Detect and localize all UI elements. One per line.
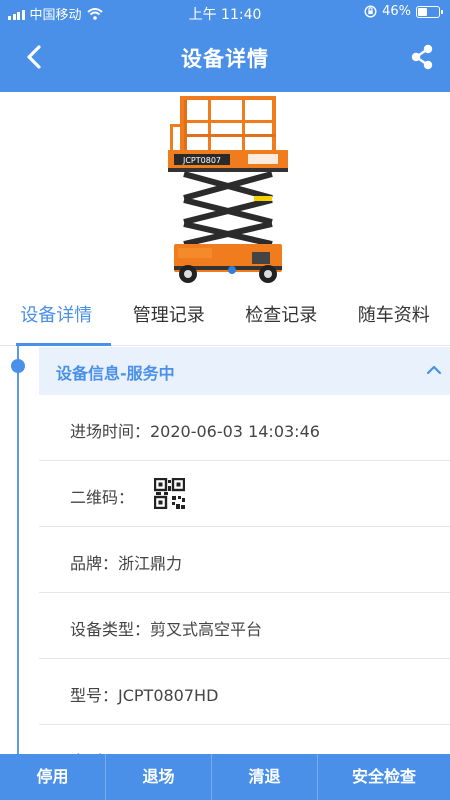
action-bar: 停用 退场 清退 安全检查 — [0, 754, 450, 800]
section-header[interactable]: 设备信息-服务中 — [39, 347, 450, 395]
entry-time-text: 进场时间：2020-06-03 14:03:46 — [70, 422, 320, 441]
plate-label: JCPT0807 — [182, 156, 221, 165]
status-bar: 中国移动 上午 11:40 46% — [0, 0, 450, 24]
device-detail-page: 中国移动 上午 11:40 46% 设备详情 JCPT0807 设备详情 管理记… — [0, 0, 450, 800]
timeline-line — [17, 346, 19, 756]
tab-vehicle-documents[interactable]: 随车资料 — [338, 288, 450, 345]
page-title: 设备详情 — [181, 47, 269, 71]
device-info-list: 进场时间：2020-06-03 14:03:46 二维码： 品牌：浙江鼎力 设备… — [39, 395, 450, 791]
row-qr-code: 二维码： — [39, 461, 450, 527]
battery-percent: 46% — [382, 4, 411, 19]
row-entry-time: 进场时间：2020-06-03 14:03:46 — [39, 395, 450, 461]
model-text: 型号：JCPT0807HD — [70, 686, 219, 705]
share-icon[interactable] — [408, 42, 436, 72]
chevron-up-icon[interactable] — [426, 362, 442, 378]
device-type-text: 设备类型：剪叉式高空平台 — [70, 620, 263, 639]
exit-site-button[interactable]: 退场 — [106, 754, 212, 800]
tab-inspection-records[interactable]: 检查记录 — [225, 288, 338, 345]
nav-bar: 设备详情 — [0, 24, 450, 92]
brand-text: 品牌：浙江鼎力 — [70, 554, 183, 573]
battery-icon — [416, 5, 443, 18]
row-brand: 品牌：浙江鼎力 — [39, 527, 450, 593]
scissor-lift-image: JCPT0807 — [168, 96, 288, 283]
top-bar: 中国移动 上午 11:40 46% 设备详情 — [0, 0, 450, 92]
safety-check-button[interactable]: 安全检查 — [318, 754, 450, 800]
qr-code-label: 二维码： — [70, 488, 135, 507]
clear-out-button[interactable]: 清退 — [212, 754, 318, 800]
tab-bar: 设备详情 管理记录 检查记录 随车资料 — [0, 288, 450, 346]
tab-device-detail[interactable]: 设备详情 — [0, 288, 113, 346]
disable-button[interactable]: 停用 — [0, 754, 106, 800]
timeline-dot — [11, 359, 25, 373]
rotation-lock-icon — [364, 5, 377, 18]
qr-code-icon[interactable] — [154, 478, 185, 509]
equipment-image: JCPT0807 — [0, 92, 450, 288]
tab-management-records[interactable]: 管理记录 — [113, 288, 226, 345]
row-device-type: 设备类型：剪叉式高空平台 — [39, 593, 450, 659]
section-title: 设备信息-服务中 — [56, 364, 175, 383]
row-model: 型号：JCPT0807HD — [39, 659, 450, 725]
